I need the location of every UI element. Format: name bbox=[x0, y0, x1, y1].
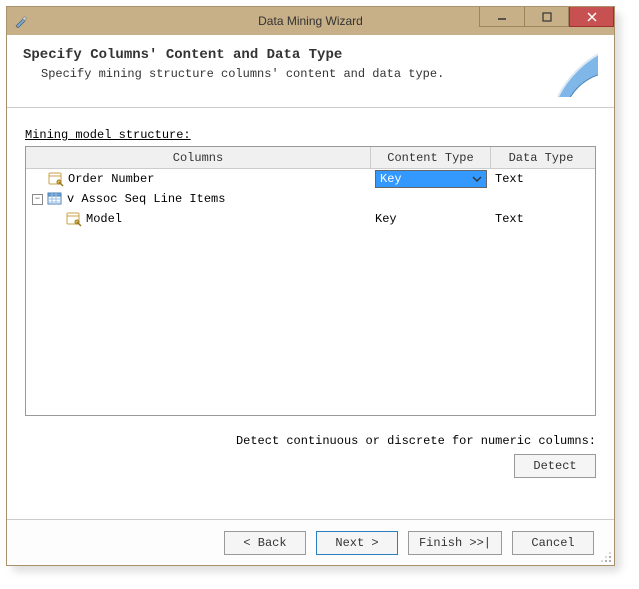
dropdown-value: Key bbox=[380, 172, 402, 186]
content-type-value: Key bbox=[375, 212, 397, 226]
titlebar: Data Mining Wizard bbox=[7, 7, 614, 35]
table-row[interactable]: Model Key Text bbox=[26, 209, 595, 229]
data-type-value: Text bbox=[495, 172, 524, 186]
app-icon bbox=[7, 7, 35, 35]
maximize-button[interactable] bbox=[524, 7, 569, 27]
key-icon bbox=[66, 211, 82, 227]
col-header-data-type[interactable]: Data Type bbox=[491, 147, 591, 168]
cancel-button[interactable]: Cancel bbox=[512, 531, 594, 555]
wizard-header: Specify Columns' Content and Data Type S… bbox=[7, 35, 614, 108]
page-title: Specify Columns' Content and Data Type bbox=[23, 47, 444, 63]
key-icon bbox=[48, 171, 64, 187]
minimize-button[interactable] bbox=[479, 7, 524, 27]
grid-header: Columns Content Type Data Type bbox=[26, 147, 595, 169]
page-subtitle: Specify mining structure columns' conten… bbox=[41, 67, 444, 81]
detect-button[interactable]: Detect bbox=[514, 454, 596, 478]
col-header-content-type[interactable]: Content Type bbox=[371, 147, 491, 168]
table-row[interactable]: Order Number Key Text bbox=[26, 169, 595, 189]
resize-grip-icon[interactable] bbox=[600, 551, 612, 563]
section-label: Mining model structure: bbox=[25, 128, 596, 142]
table-icon bbox=[47, 191, 63, 207]
wizard-window: Data Mining Wizard Specify Columns' Cont… bbox=[6, 6, 615, 566]
row-label: Order Number bbox=[68, 172, 154, 186]
col-header-columns[interactable]: Columns bbox=[26, 147, 371, 168]
content-type-dropdown[interactable]: Key bbox=[375, 170, 487, 188]
row-label: v Assoc Seq Line Items bbox=[67, 192, 225, 206]
collapse-icon[interactable]: − bbox=[32, 194, 43, 205]
next-button[interactable]: Next > bbox=[316, 531, 398, 555]
detect-hint: Detect continuous or discrete for numeri… bbox=[25, 434, 596, 448]
table-row[interactable]: − v Assoc Seq Line Items bbox=[26, 189, 595, 209]
back-button[interactable]: < Back bbox=[224, 531, 306, 555]
close-button[interactable] bbox=[569, 7, 614, 27]
chevron-down-icon bbox=[470, 172, 484, 186]
data-type-value: Text bbox=[495, 212, 524, 226]
structure-grid: Columns Content Type Data Type bbox=[25, 146, 596, 416]
finish-button[interactable]: Finish >>| bbox=[408, 531, 502, 555]
wizard-footer: < Back Next > Finish >>| Cancel bbox=[7, 519, 614, 565]
wizard-graphic-icon bbox=[528, 47, 598, 97]
row-label: Model bbox=[86, 212, 122, 226]
